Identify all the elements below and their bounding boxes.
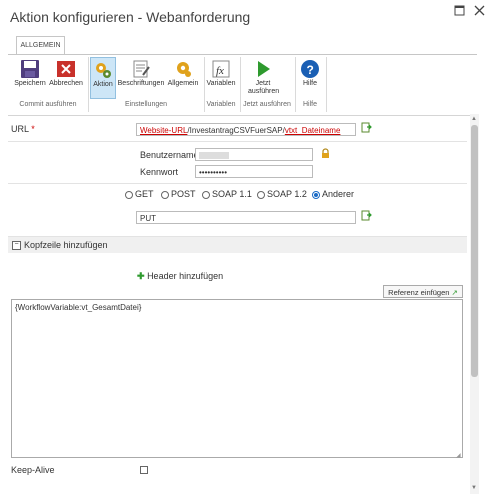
headers-section[interactable]: − Kopfzeile hinzufügen: [8, 236, 467, 253]
scroll-down-icon[interactable]: ▼: [471, 485, 477, 491]
method-get[interactable]: GET: [125, 189, 154, 199]
run-now-button[interactable]: Jetzt ausführen: [243, 57, 283, 97]
action-gear-icon: [96, 63, 111, 78]
ribbon: Speichern Abbrechen Commit ausführen Akt…: [8, 54, 477, 116]
headers-section-label: Kopfzeile hinzufügen: [24, 240, 108, 250]
url-label: URL *: [11, 124, 35, 134]
method-soap11[interactable]: SOAP 1.1: [202, 189, 252, 199]
insert-arrow-icon: ↗: [451, 288, 458, 297]
variables-fx-icon: fx: [212, 60, 230, 78]
action-button[interactable]: Aktion: [90, 57, 116, 99]
group-label-settings: Einstellungen: [124, 101, 168, 108]
radio-soap11[interactable]: [202, 191, 210, 199]
add-header-link[interactable]: ✚ Header hinzufügen: [137, 271, 223, 282]
insert-reference-button[interactable]: Referenz einfügen ↗: [383, 285, 463, 298]
dialog-title: Aktion konfigurieren - Webanforderung: [10, 9, 251, 25]
help-icon: ?: [301, 60, 319, 78]
keepalive-label: Keep-Alive: [11, 465, 55, 475]
variables-button[interactable]: fx Variablen: [205, 57, 237, 97]
method-input[interactable]: PUT: [136, 211, 356, 224]
cancel-button[interactable]: Abbrechen: [48, 57, 84, 97]
url-builder-icon[interactable]: [361, 122, 372, 135]
request-body-textarea[interactable]: {WorkflowVariable:vt_GesamtDatei}: [11, 299, 463, 458]
keepalive-checkbox[interactable]: [140, 466, 148, 474]
general-button[interactable]: Allgemein: [166, 57, 200, 97]
cancel-icon: [57, 61, 75, 77]
url-input[interactable]: Website-URL/InvestantragCSVFuerSAP/vtxt_…: [136, 123, 356, 136]
labels-button[interactable]: Beschriftungen: [117, 57, 165, 97]
radio-get[interactable]: [125, 191, 133, 199]
collapse-icon[interactable]: −: [12, 241, 21, 250]
close-icon[interactable]: [472, 5, 486, 19]
help-button[interactable]: ? Hilfe: [296, 57, 324, 97]
general-gear-icon: [177, 62, 191, 77]
divider: [8, 141, 467, 142]
svg-text:?: ?: [307, 63, 314, 77]
method-soap12[interactable]: SOAP 1.2: [257, 189, 307, 199]
group-label-help: Hilfe: [302, 101, 317, 108]
group-label-run-now: Jetzt ausführen: [243, 101, 291, 108]
password-label: Kennwort: [140, 167, 179, 177]
username-input[interactable]: [195, 148, 313, 161]
play-icon: [258, 61, 270, 77]
svg-text:fx: fx: [216, 65, 224, 77]
lock-icon: [321, 148, 330, 161]
maximize-icon[interactable]: [452, 5, 466, 19]
plus-icon: ✚: [137, 271, 145, 281]
radio-other[interactable]: [312, 191, 320, 199]
group-label-variables: Variablen: [206, 101, 236, 108]
method-post[interactable]: POST: [161, 189, 196, 199]
resize-handle-icon[interactable]: ◢: [456, 452, 461, 459]
username-label: Benutzername: [140, 150, 199, 160]
group-label-commit: Commit ausführen: [19, 101, 77, 108]
group-divider: [326, 57, 327, 112]
scrollbar-thumb[interactable]: [471, 125, 478, 377]
scroll-up-icon[interactable]: ▲: [471, 116, 477, 122]
password-input[interactable]: ••••••••••: [195, 165, 313, 178]
username-redacted: [199, 152, 229, 159]
save-icon: [21, 60, 39, 78]
divider: [8, 183, 467, 184]
radio-soap12[interactable]: [257, 191, 265, 199]
tab-allgemein[interactable]: ALLGEMEIN: [16, 36, 65, 55]
radio-post[interactable]: [161, 191, 169, 199]
method-builder-icon[interactable]: [361, 210, 372, 223]
save-button[interactable]: Speichern: [12, 57, 48, 97]
method-other[interactable]: Anderer: [312, 189, 354, 199]
labels-icon: [133, 60, 150, 78]
